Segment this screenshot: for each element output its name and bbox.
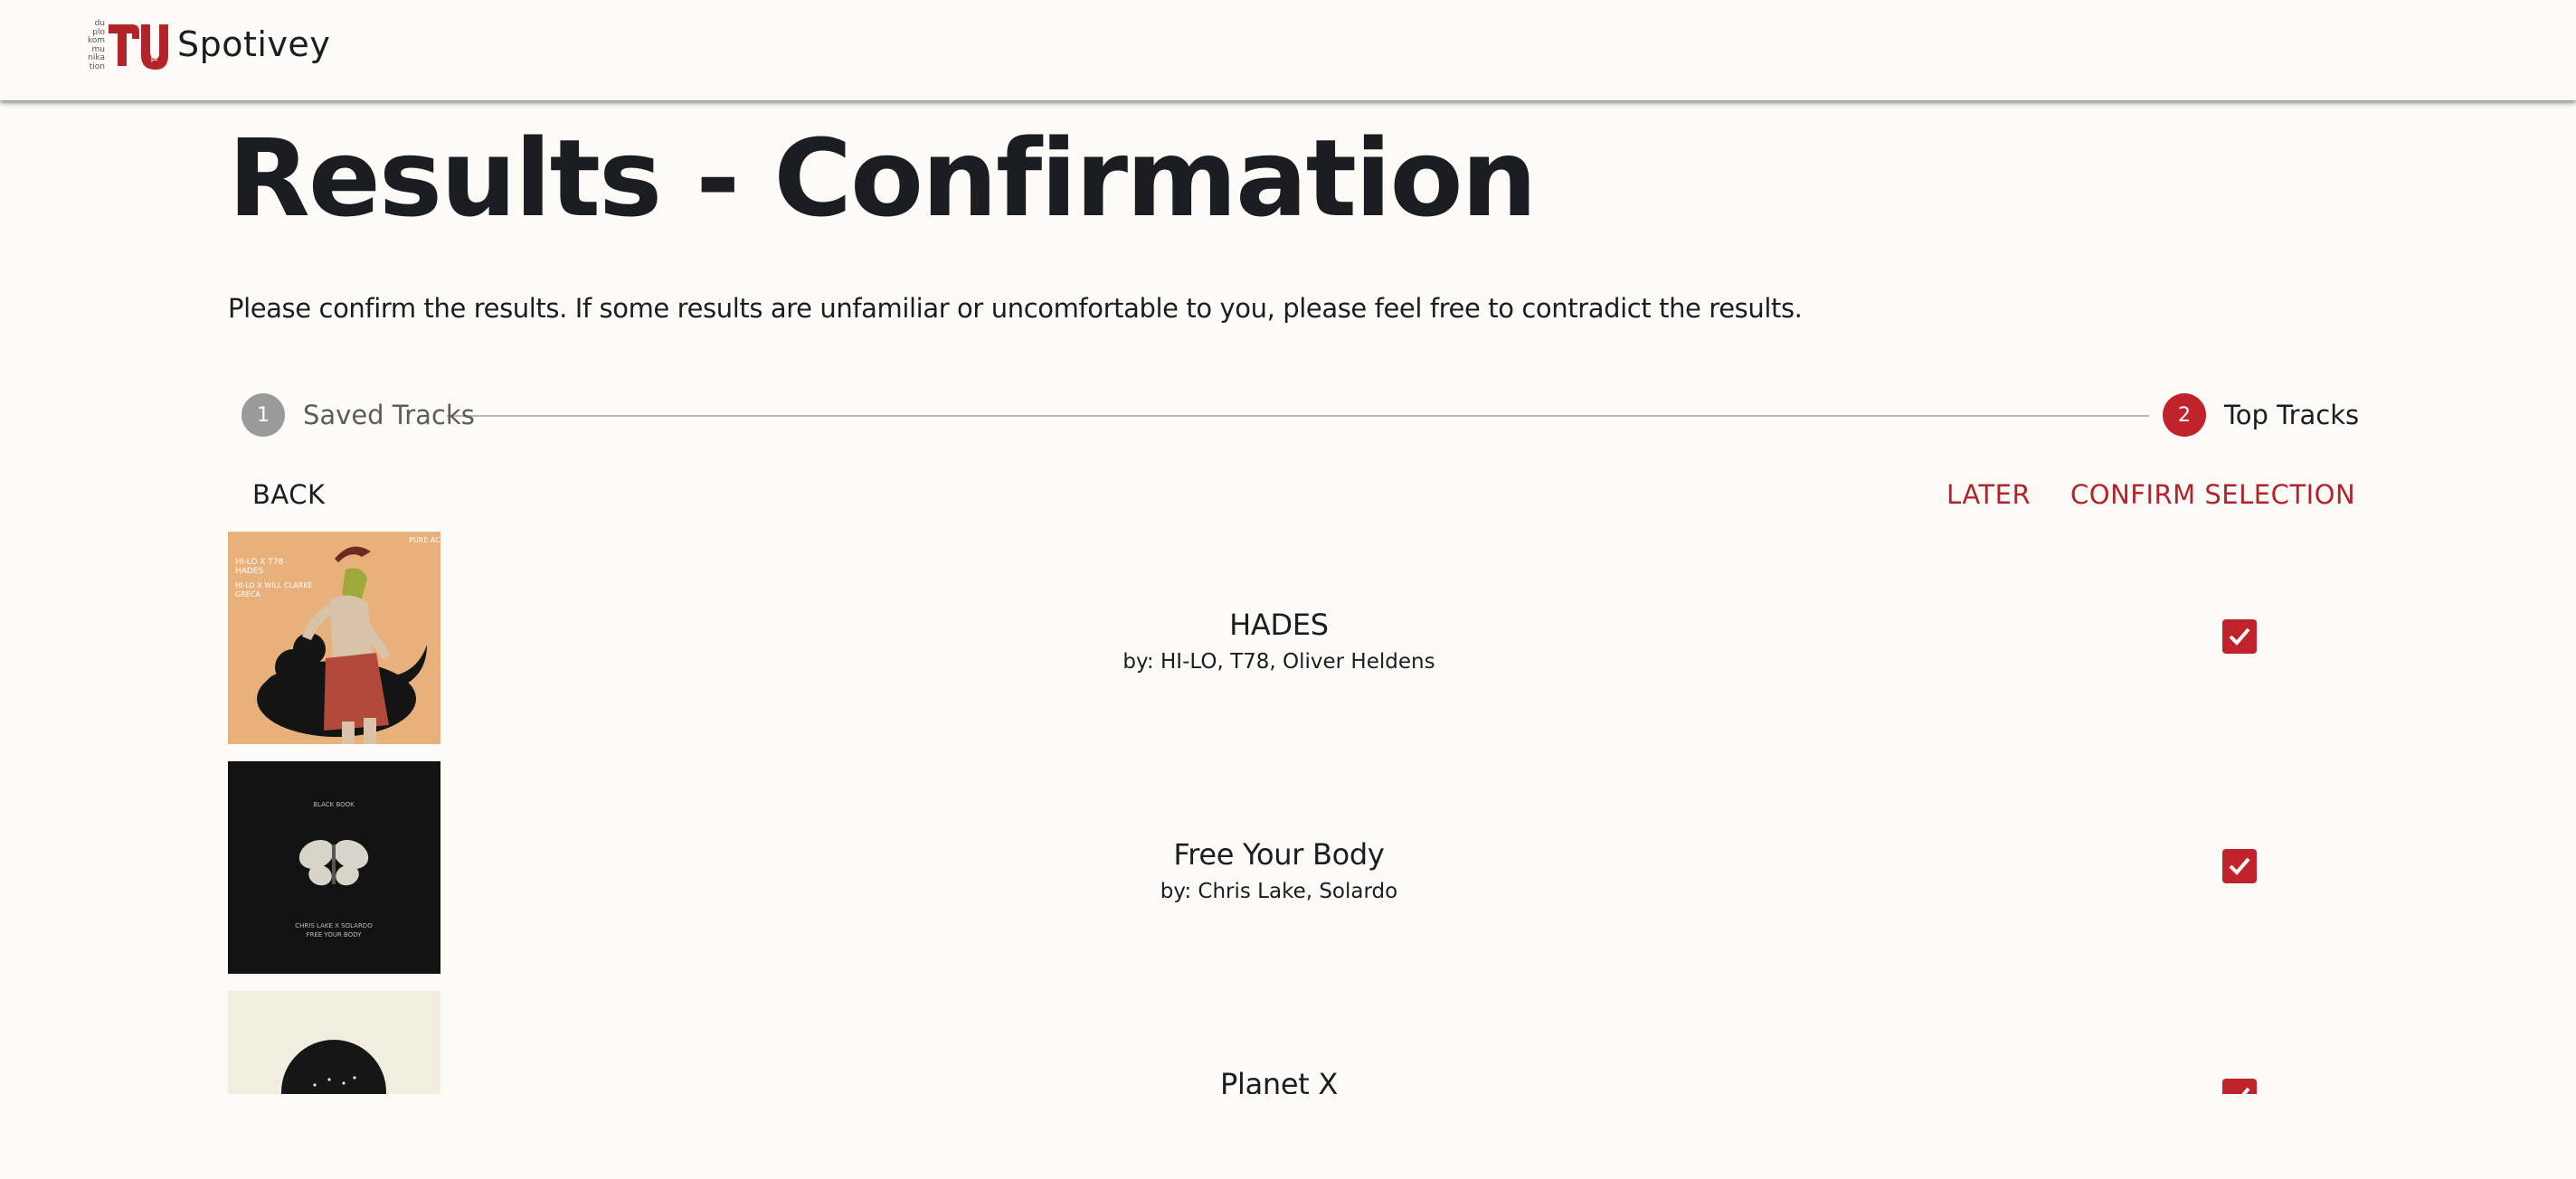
cover-label: PURE ACID [409, 536, 440, 544]
track-title: Planet X [1219, 1067, 1338, 1094]
tu-berlin-logo[interactable]: du plo kom mu nika tion TUB [54, 19, 168, 71]
track-checkbox[interactable] [2222, 619, 2257, 654]
cover-text: BLACK BOOK [313, 801, 355, 808]
logo-badge: TUB [151, 46, 160, 63]
cover-text: HADES [235, 567, 264, 576]
cover-text: FREE YOUR BODY [306, 931, 362, 938]
step-label: Top Tracks [2224, 400, 2360, 430]
step-top-tracks[interactable]: 2 Top Tracks [2163, 392, 2359, 438]
track-item-planet-x: Planet X [228, 991, 2330, 1094]
track-artists: by: Chris Lake, Solardo [1160, 880, 1398, 903]
step-saved-tracks[interactable]: 1 Saved Tracks [242, 392, 475, 438]
logo-line: tion [89, 61, 105, 71]
cover-text: HI-LO X T78 [235, 558, 284, 567]
back-button[interactable]: BACK [252, 479, 326, 510]
checkmark-icon [2229, 857, 2250, 875]
track-checkbox[interactable] [2222, 1079, 2257, 1094]
checkmark-icon [2241, 1087, 2250, 1094]
step-number-badge: 1 [242, 393, 285, 437]
track-artists: by: HI-LO, T78, Oliver Heldens [1122, 650, 1435, 674]
cover-text: CHRIS LAKE X SOLARDO [295, 922, 373, 929]
checkmark-icon [2229, 627, 2250, 646]
later-button[interactable]: LATER [1946, 479, 2031, 510]
page-title: Results - Confirmation [228, 116, 1538, 241]
step-label: Saved Tracks [303, 400, 475, 430]
track-item-hades: HI-LO X T78 HADES HI-LO X WILL CLARKE GR… [228, 532, 2330, 744]
cover-text: GRECA [235, 590, 260, 599]
intro-text: Please confirm the results. If some resu… [228, 293, 1803, 324]
app-header: du plo kom mu nika tion TUB Spotivey [0, 0, 2576, 100]
track-item-free-your-body: BLACK BOOK CHRIS LAKE X SOLARDO FREE YOU… [228, 761, 2330, 974]
step-number-badge: 2 [2163, 393, 2206, 437]
stepper-connector [447, 415, 2149, 417]
track-title: HADES [1229, 608, 1329, 642]
app-title: Spotivey [177, 24, 331, 64]
track-checkbox[interactable] [2222, 849, 2257, 883]
track-list[interactable]: HI-LO X T78 HADES HI-LO X WILL CLARKE GR… [228, 532, 2330, 1094]
track-title: Free Your Body [1173, 837, 1385, 872]
tu-logo-icon: TUB [109, 24, 168, 70]
cover-text: HI-LO X WILL CLARKE [235, 581, 313, 590]
confirm-selection-button[interactable]: CONFIRM SELECTION [2070, 479, 2355, 510]
logo-text: du plo kom mu nika tion [54, 19, 105, 71]
